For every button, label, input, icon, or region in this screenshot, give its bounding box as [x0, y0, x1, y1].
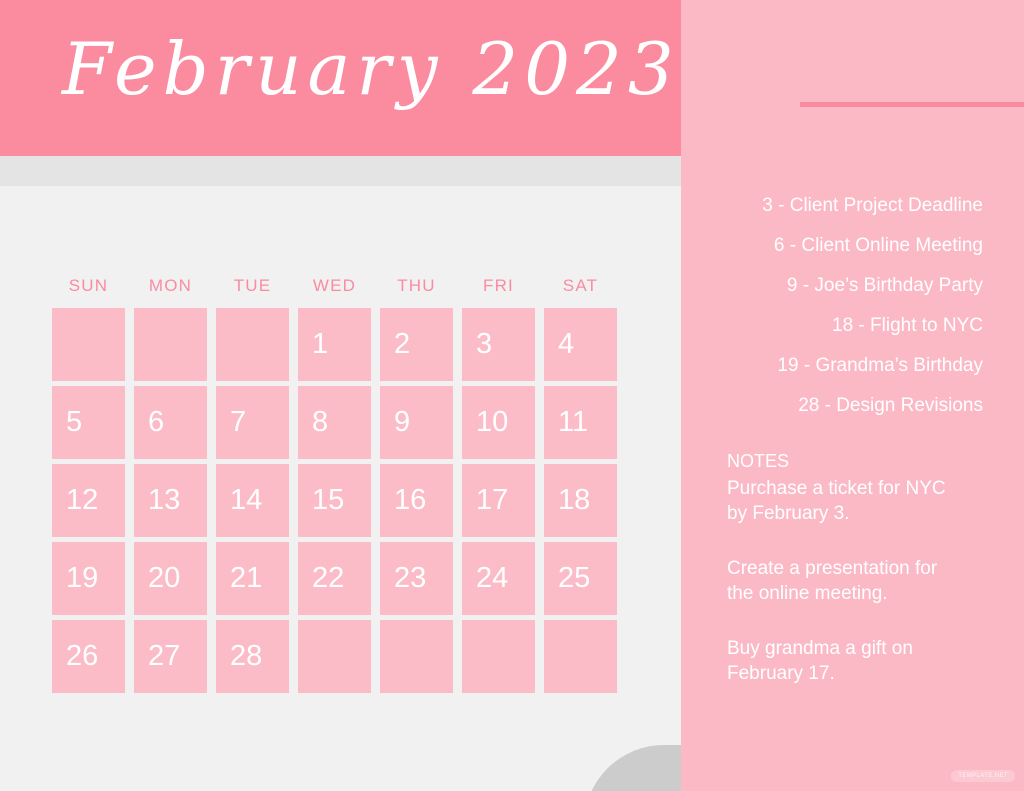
day-cell[interactable]: 9 [380, 386, 453, 459]
weekday-sat: SAT [562, 276, 599, 295]
panel-divider-rule [800, 102, 1024, 107]
day-cell[interactable]: 14 [216, 464, 289, 537]
day-cell[interactable]: 7 [216, 386, 289, 459]
page-title: February 2023 [62, 27, 680, 111]
day-number: 21 [230, 562, 263, 594]
calendar-week-row: 12 13 14 15 16 17 18 [52, 464, 622, 537]
day-cell[interactable]: 22 [298, 542, 371, 615]
day-cell-empty[interactable] [380, 620, 453, 693]
day-cell[interactable]: 21 [216, 542, 289, 615]
weekday-wed: WED [312, 276, 357, 295]
day-cell[interactable]: 26 [52, 620, 125, 693]
event-item[interactable]: 28 - Design Revisions [701, 386, 983, 426]
calendar-week-row: 26 27 28 [52, 620, 622, 693]
weekday-tue: TUE [233, 276, 272, 295]
day-number: 12 [66, 484, 99, 516]
day-cell[interactable]: 1 [298, 308, 371, 381]
header-banner: February 2023 [0, 0, 681, 156]
events-list: 3 - Client Project Deadline 6 - Client On… [701, 186, 983, 426]
day-cell[interactable]: 23 [380, 542, 453, 615]
day-number: 7 [230, 406, 247, 438]
weekday-header-row: SUN MON TUE WED THU FRI SAT [52, 276, 622, 296]
day-number: 4 [558, 328, 575, 360]
event-item[interactable]: 18 - Flight to NYC [701, 306, 983, 346]
day-number: 9 [394, 406, 411, 438]
weekday-thu: THU [397, 276, 436, 295]
notes-title: NOTES [727, 451, 790, 471]
day-number: 26 [66, 640, 99, 672]
calendar-week-row: 1 2 3 4 [52, 308, 622, 381]
day-number: 1 [312, 328, 329, 360]
day-number: 13 [148, 484, 181, 516]
day-number: 11 [558, 406, 589, 438]
event-item[interactable]: 19 - Grandma’s Birthday [701, 346, 983, 386]
event-item[interactable]: 3 - Client Project Deadline [701, 186, 983, 226]
day-number: 18 [558, 484, 591, 516]
day-number: 5 [66, 406, 83, 438]
day-cell-empty[interactable] [462, 620, 535, 693]
weekday-fri: FRI [483, 276, 514, 295]
day-number: 27 [148, 640, 181, 672]
day-number: 25 [558, 562, 591, 594]
day-cell[interactable]: 3 [462, 308, 535, 381]
day-number: 15 [312, 484, 345, 516]
weekday-sun: SUN [68, 276, 109, 295]
calendar-week-row: 5 6 7 8 9 10 11 [52, 386, 622, 459]
day-cell-empty[interactable] [52, 308, 125, 381]
day-number: 28 [230, 640, 263, 672]
header-shadow-strip [0, 156, 681, 186]
day-cell[interactable]: 2 [380, 308, 453, 381]
calendar-page: February 2023 SUN MON TUE WED THU FRI SA… [0, 0, 1024, 791]
day-number: 23 [394, 562, 427, 594]
day-cell[interactable]: 6 [134, 386, 207, 459]
day-cell-empty[interactable] [134, 308, 207, 381]
day-cell[interactable]: 19 [52, 542, 125, 615]
day-cell[interactable]: 11 [544, 386, 617, 459]
calendar-grid: SUN MON TUE WED THU FRI SAT 1 2 3 4 5 6 7 8 9 10 1… [52, 276, 622, 698]
day-number: 14 [230, 484, 263, 516]
note-paragraph: Purchase a ticket for NYC by February 3. [727, 478, 946, 524]
day-cell[interactable]: 15 [298, 464, 371, 537]
day-cell[interactable]: 4 [544, 308, 617, 381]
event-item[interactable]: 6 - Client Online Meeting [701, 226, 983, 266]
day-number: 3 [476, 328, 493, 360]
event-item[interactable]: 9 - Joe’s Birthday Party [701, 266, 983, 306]
day-cell[interactable]: 24 [462, 542, 535, 615]
day-number: 2 [394, 328, 411, 360]
day-cell[interactable]: 5 [52, 386, 125, 459]
watermark-badge: TEMPLATE.NET [951, 770, 1015, 782]
day-cell[interactable]: 27 [134, 620, 207, 693]
day-number: 17 [476, 484, 509, 516]
note-paragraph: Create a presentation for the online mee… [727, 558, 938, 604]
day-cell[interactable]: 17 [462, 464, 535, 537]
notes-section: NOTES Purchase a ticket for NYC by Febru… [727, 448, 1017, 686]
day-cell[interactable]: 20 [134, 542, 207, 615]
day-cell-empty[interactable] [216, 308, 289, 381]
day-cell[interactable]: 18 [544, 464, 617, 537]
day-number: 20 [148, 562, 181, 594]
day-cell[interactable]: 8 [298, 386, 371, 459]
day-cell[interactable]: 12 [52, 464, 125, 537]
day-cell[interactable]: 28 [216, 620, 289, 693]
notes-paragraphs: Purchase a ticket for NYC by February 3.… [727, 476, 1017, 686]
day-cell[interactable]: 13 [134, 464, 207, 537]
day-number: 24 [476, 562, 509, 594]
day-number: 6 [148, 406, 165, 438]
day-cell[interactable]: 16 [380, 464, 453, 537]
day-cell[interactable]: 10 [462, 386, 535, 459]
day-number: 10 [476, 406, 509, 438]
calendar-weeks: 1 2 3 4 5 6 7 8 9 10 11 12 13 14 15 16 17 18 19 20 21 22 23 24 2… [52, 308, 622, 693]
note-paragraph: Buy grandma a gift on February 17. [727, 638, 913, 684]
weekday-mon: MON [148, 276, 193, 295]
day-cell[interactable]: 25 [544, 542, 617, 615]
calendar-week-row: 19 20 21 22 23 24 25 [52, 542, 622, 615]
day-number: 8 [312, 406, 329, 438]
day-cell-empty[interactable] [544, 620, 617, 693]
day-number: 19 [66, 562, 99, 594]
day-number: 16 [394, 484, 427, 516]
day-cell-empty[interactable] [298, 620, 371, 693]
day-number: 22 [312, 562, 345, 594]
